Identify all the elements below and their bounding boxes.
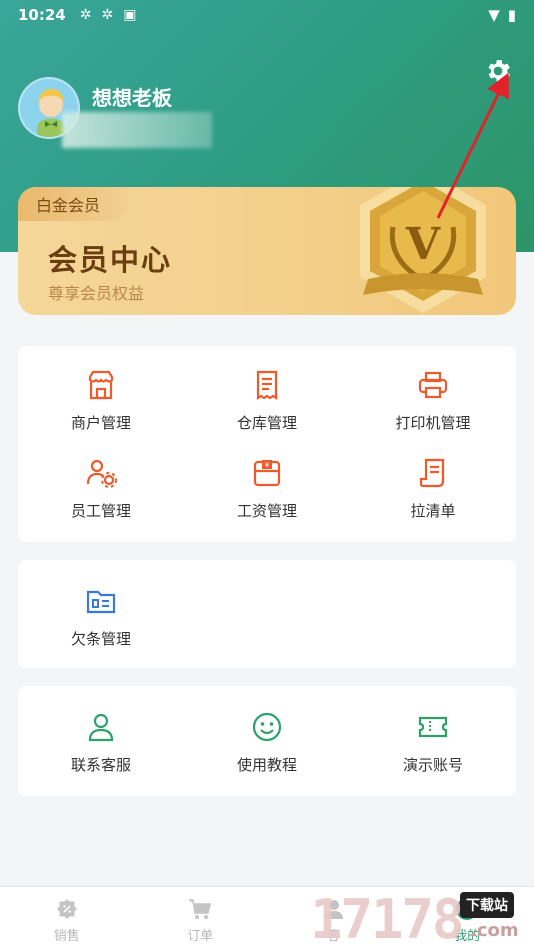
battery-icon: ▮	[507, 6, 516, 24]
settings-button[interactable]	[483, 56, 513, 86]
store-icon	[88, 370, 114, 400]
debt-panel: 欠条管理	[18, 560, 516, 668]
status-bar: 10:24 ✲ ✲ ▣ ▼ ▮	[0, 0, 534, 30]
svg-text:¥: ¥	[265, 461, 270, 469]
merchant-management-item[interactable]: 商户管理	[18, 368, 184, 456]
app-notification-icon: ✲	[79, 7, 92, 23]
vip-center-card[interactable]: 白金会员 会员中心 尊享会员权益 V	[18, 187, 516, 315]
watermark-suffix: .com	[470, 920, 519, 941]
watermark-text: 下载站	[460, 892, 514, 918]
vip-level-tag: 白金会员	[18, 187, 128, 221]
username: 想想老板	[92, 86, 172, 110]
site-watermark: 17178 下载站 .com	[310, 888, 534, 950]
discount-icon	[56, 899, 77, 919]
tab-sales[interactable]: 销售	[0, 887, 134, 950]
support-panel: 联系客服 使用教程 演示账号	[18, 686, 516, 796]
salary-management-label: 工资管理	[236, 502, 297, 520]
contact-support-label: 联系客服	[70, 756, 131, 774]
person-icon	[88, 713, 114, 742]
wallet-icon: ¥	[253, 460, 281, 487]
staff-management-item[interactable]: 员工管理	[18, 456, 184, 544]
receipt-icon	[256, 370, 278, 401]
tab-sales-label: 销售	[53, 929, 80, 944]
tab-orders-label: 订单	[187, 929, 214, 944]
wifi-icon: ▼	[488, 6, 500, 24]
smile-icon	[252, 712, 282, 742]
merchant-management-label: 商户管理	[70, 414, 131, 432]
tutorial-item[interactable]: 使用教程	[184, 710, 350, 775]
ticket-icon	[418, 716, 448, 738]
vip-badge-icon: V	[360, 187, 486, 313]
clear-list-label: 拉清单	[410, 502, 456, 520]
staff-management-label: 员工管理	[70, 502, 131, 520]
gear-icon	[488, 60, 511, 82]
status-time: 10:24	[18, 6, 66, 24]
management-panel: 商户管理 仓库管理 打印机管理 员工管理 ¥ 工资管理 拉清单	[18, 346, 516, 542]
tab-orders[interactable]: 订单	[134, 887, 268, 950]
folder-icon	[86, 590, 116, 614]
printer-management-label: 打印机管理	[395, 414, 471, 432]
vip-badge-letter: V	[405, 219, 441, 270]
list-document-icon	[419, 458, 445, 488]
app-notification-icon-2: ✲	[101, 7, 114, 23]
iou-management-item[interactable]: 欠条管理	[18, 584, 184, 649]
iou-management-label: 欠条管理	[70, 630, 131, 648]
clear-list-item[interactable]: 拉清单	[350, 456, 516, 544]
vip-center-subtitle: 尊享会员权益	[48, 284, 145, 303]
staff-settings-icon	[86, 459, 117, 488]
blurred-account-info	[62, 112, 212, 148]
warehouse-management-item[interactable]: 仓库管理	[184, 368, 350, 456]
salary-management-item[interactable]: ¥ 工资管理	[184, 456, 350, 544]
cart-icon	[189, 899, 212, 919]
warehouse-management-label: 仓库管理	[236, 414, 297, 432]
printer-management-item[interactable]: 打印机管理	[350, 368, 516, 456]
letter-notification-icon: ▣	[123, 7, 137, 23]
contact-support-item[interactable]: 联系客服	[18, 710, 184, 775]
watermark-digits: 17178	[310, 888, 465, 950]
printer-icon	[418, 371, 448, 399]
tutorial-label: 使用教程	[236, 756, 297, 774]
demo-account-item[interactable]: 演示账号	[350, 710, 516, 775]
vip-center-title: 会员中心	[48, 243, 173, 277]
demo-account-label: 演示账号	[402, 756, 463, 774]
